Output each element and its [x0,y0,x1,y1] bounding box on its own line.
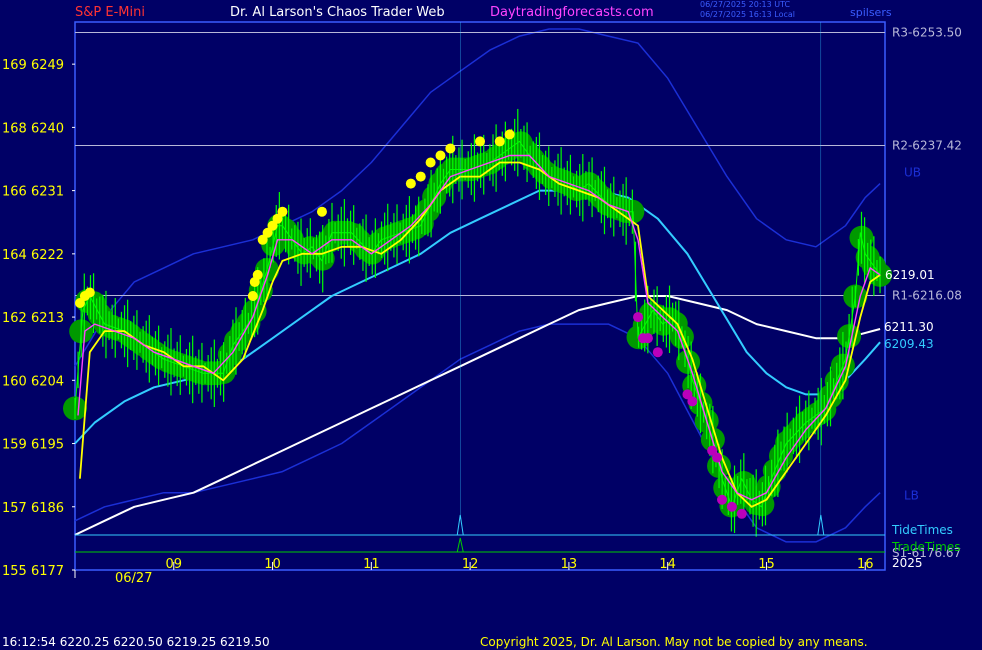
pivot-label-2: R1-6216.08 [892,288,962,302]
last-bar-readout: 16:12:54 6220.25 6220.50 6219.25 6219.50 [2,635,270,649]
bollinger-bands [74,28,881,543]
yellow-dot [435,150,446,161]
yellow-dot [445,143,456,154]
price-halo [63,131,893,518]
y-tick-label: 169 6249 [2,58,64,73]
magenta-dot [712,452,723,463]
price-end-label: 6219.01 [885,268,935,282]
fast-moving-averages [77,154,881,508]
y-tick-label: 155 6177 [2,564,64,579]
right-labels: R3-6253.50R2-6237.42R1-6216.08S1-6176.67… [884,26,962,570]
yellow-dot [84,287,95,298]
x-tick-label: 09 [166,557,183,572]
yellow-dot [316,206,327,217]
utc-time: 06/27/2025 20:13 UTC [700,0,791,9]
pivot-label-0: R3-6253.50 [892,26,962,40]
site-title: Dr. Al Larson's Chaos Trader Web [230,5,445,20]
magenta-dot [642,333,653,344]
magenta-dot [652,347,663,358]
magenta-dot [633,312,644,323]
copyright: Copyright 2025, Dr. Al Larson. May not b… [480,635,868,649]
pivot-label-1: R2-6237.42 [892,139,962,153]
yellow-dot [247,291,258,301]
x-tick-label: 10 [264,557,281,572]
tide-spike [456,514,464,536]
x-tick-label: 15 [758,557,775,572]
yellow-dot [277,206,288,217]
local-time: 06/27/2025 16:13 Local [700,10,795,19]
yellow-dot [494,136,505,147]
corner-label: spilsers [850,6,892,19]
magenta-dot [726,501,737,512]
yellow-ma-line [79,161,881,508]
symbol-title: S&P E-Mini [75,5,145,20]
upper-band-line [74,28,881,367]
magenta-dot [687,396,698,407]
yellow-dot [405,178,416,189]
yellow-dot [475,136,485,147]
y-tick-label: 159 6195 [2,438,64,453]
lower-band-label: LB [904,489,919,503]
date-label: 06/27 [115,571,152,586]
tide-spike [817,514,825,536]
x-tick-label: 14 [659,557,676,572]
tide-times-label: TideTimes [891,523,953,537]
x-tick-label: 13 [561,557,578,572]
y-tick-label: 164 6222 [2,248,64,263]
site-url[interactable]: Daytradingforecasts.com [490,5,654,20]
magenta-ma-line [77,154,881,501]
cyan-end-label: 6209.43 [884,337,934,351]
x-tick-label: 12 [462,557,479,572]
magenta-dot [736,508,747,519]
upper-band-label: UB [904,166,921,180]
price-bars [74,108,881,537]
yellow-dot [415,171,426,182]
x-tick-label: 11 [363,557,380,572]
magenta-dot [717,494,728,505]
y-tick-label: 160 6204 [2,374,64,389]
yellow-dot [252,269,263,280]
trade-spike [456,537,464,553]
x-tick-label: 16 [857,557,874,572]
y-tick-label: 168 6240 [2,121,64,136]
yellow-dot [425,157,436,168]
trade-times-label: TradeTimes [891,540,960,554]
cyan-ma-line [74,189,881,445]
cyan-moving-average [74,189,881,445]
y-tick-label: 157 6186 [2,501,64,516]
white-end-label: 6211.30 [884,320,934,334]
y-tick-label: 166 6231 [2,185,64,200]
year-label: 2025 [892,556,923,570]
yellow-dot [504,129,515,140]
chart-canvas: 169 6249 168 6240 166 6231 164 6222 162 6213… [2,21,962,586]
y-tick-label: 162 6213 [2,311,64,326]
